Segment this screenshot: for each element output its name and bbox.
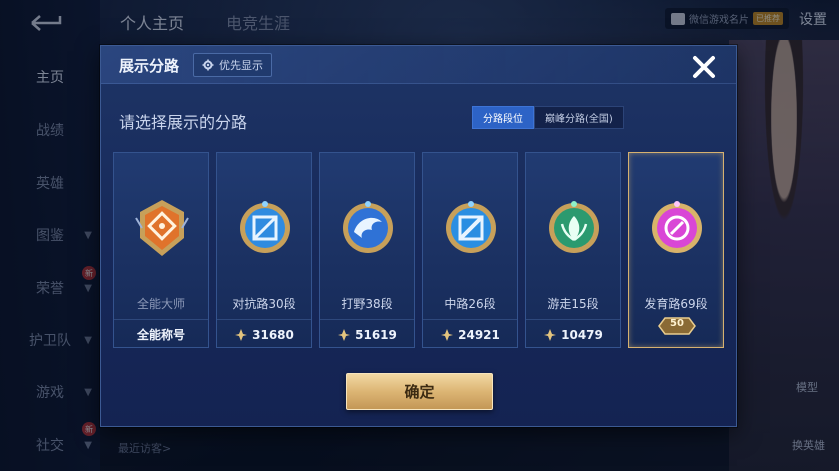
lane-card-label: 游走15段 (547, 297, 599, 311)
lane-card-top[interactable]: 对抗路30段 31680 (216, 152, 312, 348)
power-icon (441, 328, 454, 341)
lane-card-footer: 31680 (217, 319, 311, 349)
lane-card-footer: 全能称号 (114, 319, 208, 349)
combat-power-value: 31680 (252, 327, 294, 342)
lane-card-footer: 24921 (423, 319, 517, 349)
lane-card-label: 对抗路30段 (232, 297, 296, 311)
lane-card-footer: 10479 (526, 319, 620, 349)
lane-card-all-round[interactable]: 全能大师 全能称号 (113, 152, 209, 348)
dialog-title: 展示分路 (119, 57, 180, 75)
priority-display-button[interactable]: 优先显示 (193, 53, 272, 77)
combat-power-value: 51619 (355, 327, 397, 342)
jungle-emblem-icon (343, 201, 393, 253)
lane-card-footer: 51619 (320, 319, 414, 349)
combat-power-value: 10479 (561, 327, 603, 342)
dialog-subtitle: 请选择展示的分路 (119, 113, 248, 132)
close-button[interactable] (689, 52, 719, 82)
dialog-header: 展示分路 优先显示 (101, 46, 736, 84)
power-icon (544, 328, 557, 341)
title-name: 全能称号 (136, 328, 185, 342)
level-badge-value: 50 (670, 318, 684, 329)
close-icon (693, 56, 715, 78)
confirm-button[interactable]: 确定 (346, 373, 493, 410)
top-lane-emblem-icon (240, 201, 290, 253)
filter-lane-rank[interactable]: 分路段位 (472, 106, 534, 129)
roam-emblem-icon (549, 201, 599, 253)
adc-emblem-icon (652, 201, 702, 253)
combat-power-value: 24921 (458, 327, 500, 342)
lane-filter-toggle: 分路段位 巅峰分路(全国) (472, 106, 624, 129)
filter-peak-lane[interactable]: 巅峰分路(全国) (534, 106, 624, 129)
lane-card-mid[interactable]: 中路26段 24921 (422, 152, 518, 348)
lane-card-label: 发育路69段 (644, 297, 708, 311)
lane-card-adc[interactable]: 发育路69段 50 (628, 152, 724, 348)
lane-card-roam[interactable]: 游走15段 10479 (525, 152, 621, 348)
gear-icon (202, 59, 214, 71)
lane-card-jungle[interactable]: 打野38段 51619 (319, 152, 415, 348)
power-icon (338, 328, 351, 341)
lane-card-label: 中路26段 (444, 297, 496, 311)
mid-lane-emblem-icon (446, 201, 496, 253)
all-round-emblem-icon (135, 200, 189, 256)
lane-card-label: 全能大师 (136, 297, 185, 311)
priority-display-label: 优先显示 (219, 59, 263, 72)
lane-display-dialog: 展示分路 优先显示 请选择展示的分路 分路段位 巅峰分路(全国) 全能大师 全能… (100, 45, 737, 427)
lane-card-label: 打野38段 (341, 297, 393, 311)
power-icon (235, 328, 248, 341)
